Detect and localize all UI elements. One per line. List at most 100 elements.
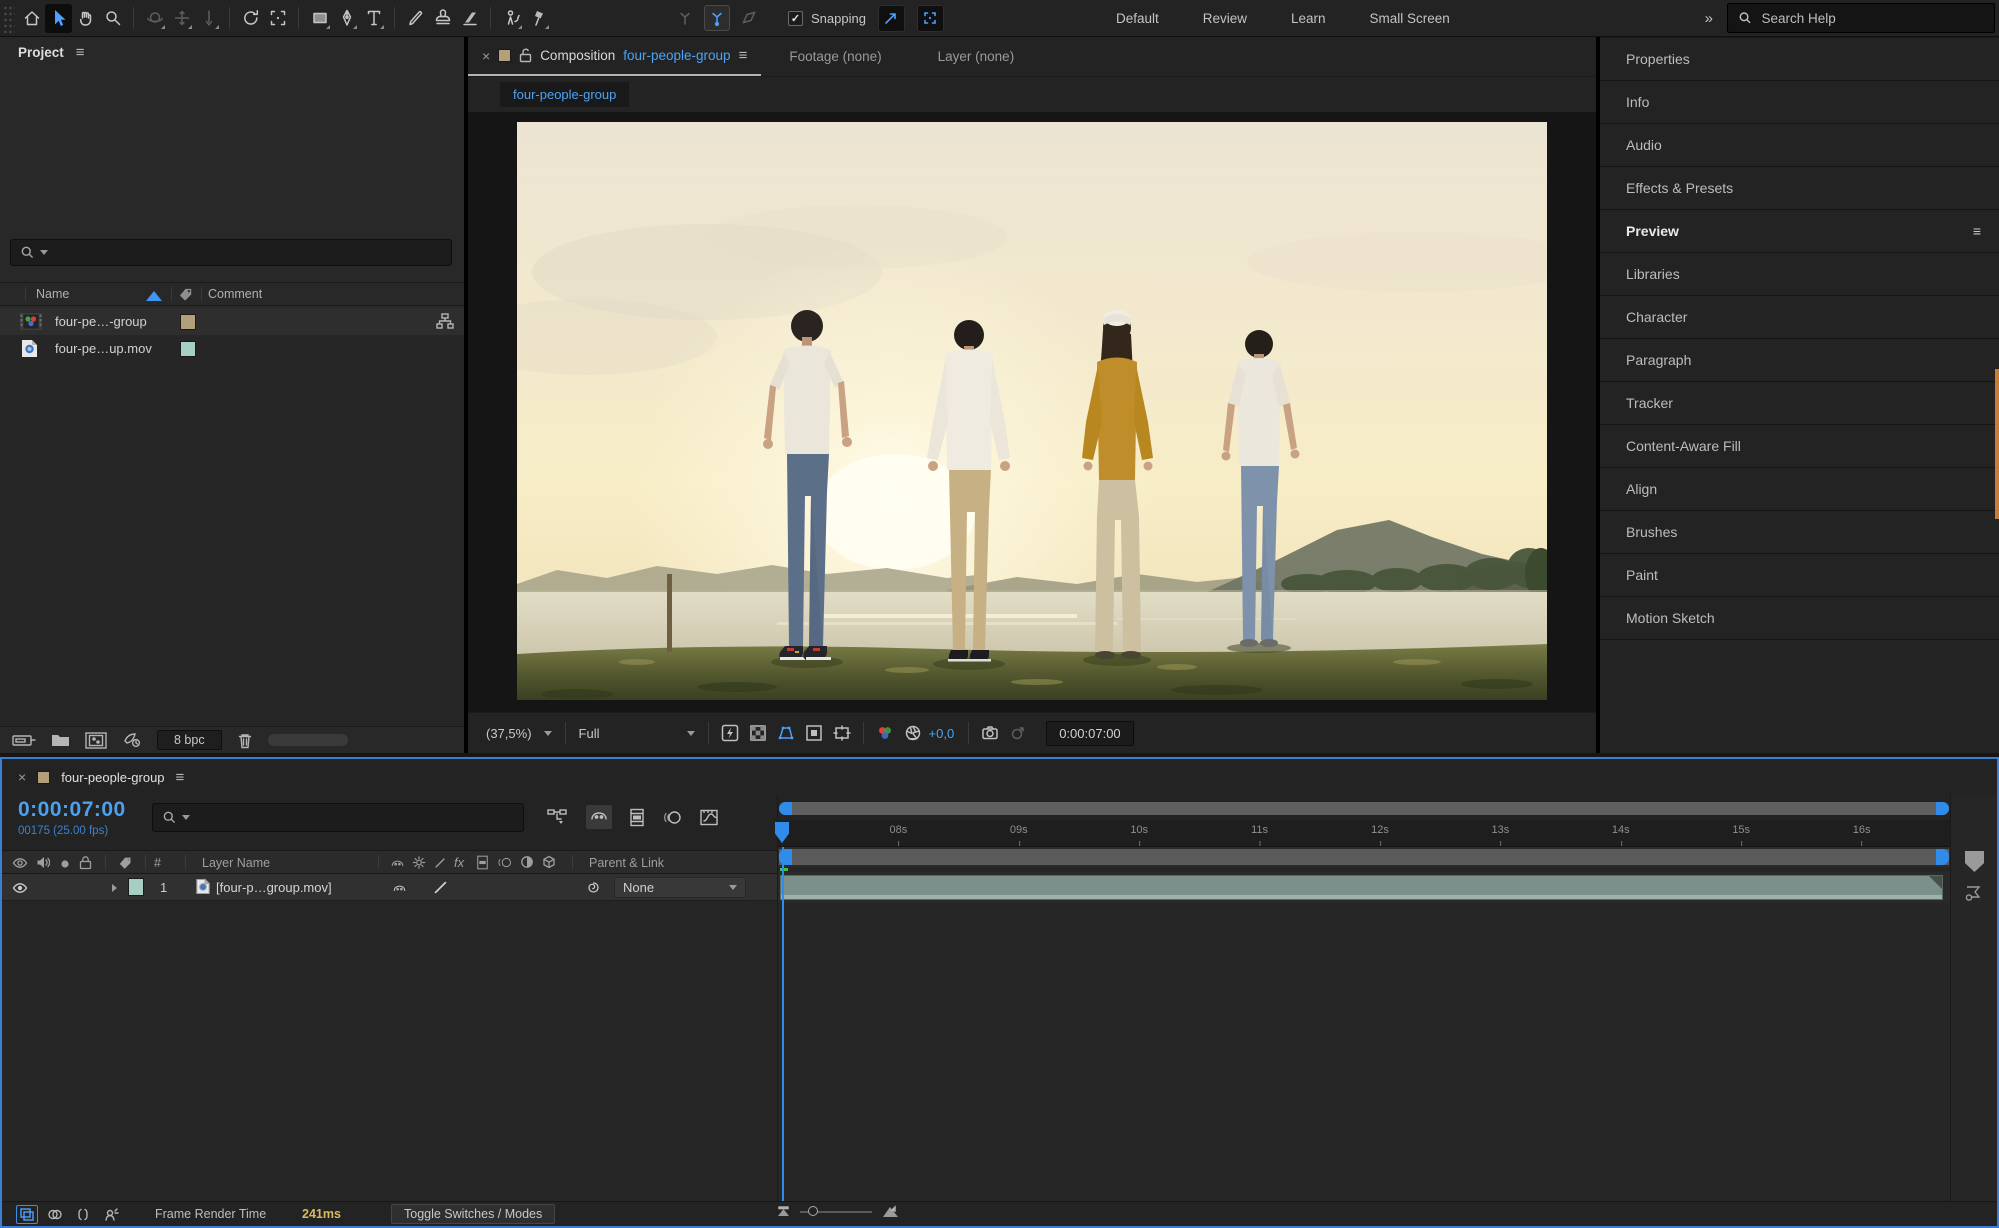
comp-button-icon[interactable]	[1963, 883, 1985, 903]
snap-to-features-button[interactable]	[917, 5, 944, 32]
new-folder-icon[interactable]	[51, 732, 70, 748]
fx-switch-icon[interactable]: fx	[454, 855, 464, 870]
panel-grip[interactable]	[2, 3, 15, 33]
composition-tab[interactable]: × Composition four-people-group ≡	[468, 37, 761, 76]
home-tool[interactable]	[18, 4, 45, 33]
pan-camera-tool[interactable]	[168, 4, 195, 33]
exposure-reset-button[interactable]	[899, 720, 927, 746]
snap-along-edges-button[interactable]	[878, 5, 905, 32]
resolution-dropdown[interactable]: Full	[573, 722, 701, 745]
search-options-caret-icon[interactable]	[182, 815, 190, 820]
show-snapshot-button[interactable]	[1004, 720, 1032, 746]
render-engine-icon[interactable]	[122, 731, 142, 749]
transparency-grid-button[interactable]	[744, 720, 772, 746]
pan-behind-tool[interactable]	[264, 4, 291, 33]
project-panel-menu-icon[interactable]: ≡	[76, 44, 85, 61]
view-axis-mode-button[interactable]	[736, 5, 762, 31]
eraser-tool[interactable]	[456, 4, 483, 33]
layer-video-eye-icon[interactable]	[12, 882, 28, 894]
fast-previews-button[interactable]	[716, 720, 744, 746]
parent-link-dropdown[interactable]: None	[614, 877, 746, 898]
switches-pane-toggle[interactable]	[16, 1205, 38, 1224]
take-snapshot-button[interactable]	[976, 720, 1004, 746]
video-eye-icon[interactable]	[12, 857, 28, 869]
project-bit-depth-button[interactable]: 8 bpc	[157, 730, 222, 750]
brush-tool[interactable]	[402, 4, 429, 33]
project-scrollbar[interactable]	[268, 734, 348, 746]
playhead-line[interactable]	[782, 847, 784, 1205]
sidebar-panel-tab[interactable]: Paint	[1600, 554, 1999, 597]
navigator-start-handle[interactable]	[779, 802, 792, 815]
layer-row[interactable]: 1 [four-p…group.mov] None	[2, 874, 777, 901]
sidebar-panel-tab[interactable]: Content-Aware Fill	[1600, 425, 1999, 468]
sidebar-panel-tab[interactable]: Paragraph	[1600, 339, 1999, 382]
column-index[interactable]: #	[154, 856, 161, 870]
layer-tab[interactable]: Layer (none)	[910, 37, 1043, 76]
time-navigator-bar[interactable]	[779, 802, 1949, 815]
zoom-tool[interactable]	[99, 4, 126, 33]
sort-ascending-icon[interactable]	[146, 291, 162, 301]
column-comment[interactable]: Comment	[208, 287, 262, 301]
rectangle-tool[interactable]	[306, 4, 333, 33]
zoom-in-mountain-icon[interactable]	[882, 1205, 899, 1218]
toggle-switches-modes-button[interactable]: Toggle Switches / Modes	[391, 1204, 555, 1224]
layer-shy-icon[interactable]	[392, 881, 407, 895]
selection-tool[interactable]	[45, 4, 72, 33]
navigator-end-handle[interactable]	[1936, 802, 1949, 815]
quality-switch-icon[interactable]	[434, 857, 446, 869]
rotation-tool[interactable]	[237, 4, 264, 33]
sidebar-panel-tab[interactable]: Character	[1600, 296, 1999, 339]
comp-label-swatch[interactable]	[498, 49, 511, 62]
layer-name[interactable]: [four-p…group.mov]	[216, 880, 332, 895]
lock-icon[interactable]	[79, 855, 92, 870]
work-area-bar[interactable]	[779, 849, 1949, 865]
label-color-swatch[interactable]	[180, 314, 196, 330]
inout-pane-toggle[interactable]	[72, 1205, 94, 1224]
work-area-end-handle[interactable]	[1936, 849, 1949, 865]
search-options-caret-icon[interactable]	[40, 250, 48, 255]
region-of-interest-button[interactable]	[800, 720, 828, 746]
layer-quality-icon[interactable]	[434, 881, 447, 894]
comp-marker-bin-icon[interactable]	[1965, 851, 1984, 872]
channel-settings-button[interactable]	[871, 720, 899, 746]
world-axis-mode-button[interactable]	[704, 5, 730, 31]
magnification-dropdown[interactable]: (37,5%)	[480, 722, 558, 745]
layer-duration-bar[interactable]	[780, 875, 1943, 900]
shy-switch-icon[interactable]	[390, 856, 405, 870]
sidebar-panel-tab[interactable]: Tracker	[1600, 382, 1999, 425]
transfer-controls-pane-toggle[interactable]	[44, 1205, 66, 1224]
project-item-row[interactable]: four-pe…-group	[0, 308, 464, 335]
timeline-tab[interactable]: × four-people-group ≡	[2, 759, 1997, 795]
shy-toggle-plate[interactable]	[586, 805, 612, 829]
audio-speaker-icon[interactable]	[36, 855, 50, 870]
zoom-out-mountain-icon[interactable]	[777, 1206, 790, 1217]
puppet-pin-tool[interactable]	[525, 4, 552, 33]
sidebar-panel-tab[interactable]: Effects & Presets	[1600, 167, 1999, 210]
column-parent-link[interactable]: Parent & Link	[589, 856, 664, 870]
sidebar-panel-tab[interactable]: Motion Sketch	[1600, 597, 1999, 640]
hand-tool[interactable]	[72, 4, 99, 33]
label-column-icon[interactable]	[178, 286, 195, 303]
exposure-value[interactable]: +0,0	[929, 726, 955, 741]
close-tab-icon[interactable]: ×	[482, 48, 490, 64]
orbit-camera-tool[interactable]	[141, 4, 168, 33]
parent-pickwhip-icon[interactable]	[586, 880, 601, 895]
timeline-zoom-slider[interactable]	[800, 1211, 872, 1213]
workspace-tab[interactable]: Default	[1094, 0, 1181, 37]
workspace-tab[interactable]: Small Screen	[1348, 0, 1472, 37]
sidebar-panel-tab[interactable]: Info	[1600, 81, 1999, 124]
new-composition-icon[interactable]	[85, 732, 107, 749]
interpret-footage-icon[interactable]	[12, 732, 36, 748]
frame-blending-icon[interactable]	[629, 808, 645, 827]
comp-label-swatch[interactable]	[37, 771, 50, 784]
type-tool[interactable]	[360, 4, 387, 33]
collapse-transformations-icon[interactable]	[412, 855, 426, 870]
work-area-start-handle[interactable]	[779, 849, 792, 865]
zoom-slider-knob[interactable]	[808, 1206, 818, 1216]
footage-tab[interactable]: Footage (none)	[761, 37, 909, 76]
project-search-input[interactable]	[53, 245, 442, 260]
sidebar-panel-tab[interactable]: Preview ≡	[1600, 210, 1999, 253]
motion-blur-icon[interactable]	[662, 808, 682, 827]
frame-blend-switch-icon[interactable]	[476, 855, 489, 870]
solo-icon[interactable]	[60, 859, 70, 869]
